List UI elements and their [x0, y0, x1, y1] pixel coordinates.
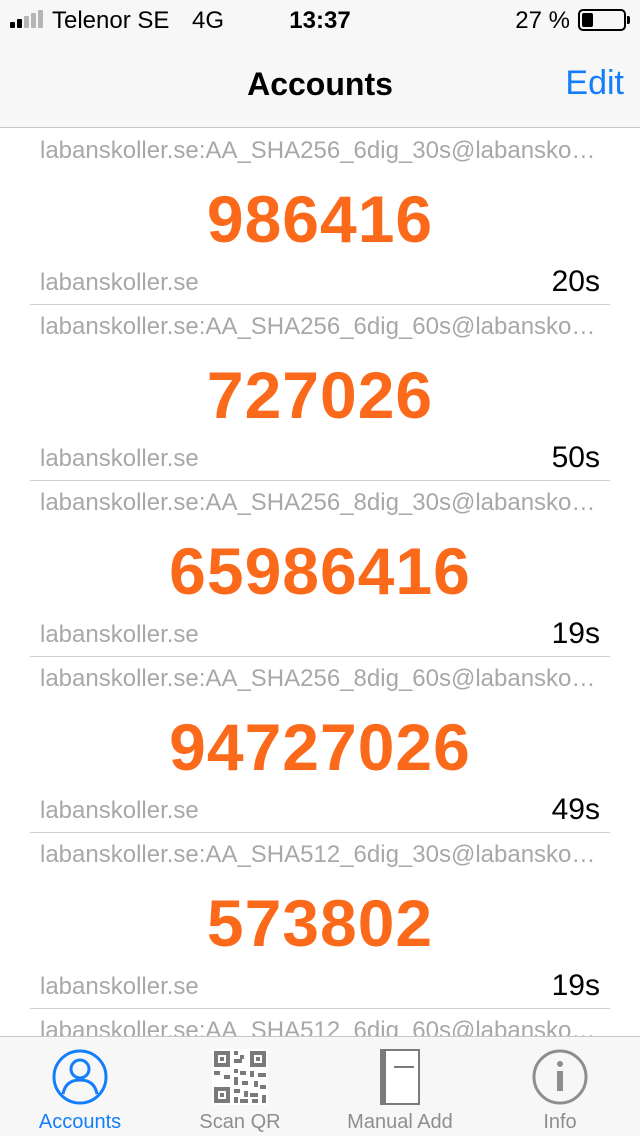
edit-button[interactable]: Edit [565, 64, 624, 103]
countdown-timer: 19s [551, 617, 600, 650]
book-icon [380, 1049, 420, 1105]
account-label: labanskoller.se:AA_SHA256_8dig_30s@laban… [40, 489, 600, 516]
account-row[interactable]: labanskoller.se:AA_SHA256_6dig_60s@laban… [30, 305, 610, 481]
info-icon [532, 1049, 588, 1105]
screen: Telenor SE 4G 13:37 27 % Accounts Edit l… [0, 0, 640, 1136]
account-label: labanskoller.se:AA_SHA256_8dig_60s@laban… [40, 665, 600, 692]
account-issuer: labanskoller.se [40, 973, 199, 1000]
account-row[interactable]: labanskoller.se:AA_SHA256_6dig_30s@laban… [30, 129, 610, 305]
tab-manual-add[interactable]: Manual Add [320, 1037, 480, 1136]
otp-code: 727026 [206, 358, 434, 432]
battery-icon [578, 9, 630, 31]
countdown-timer: 49s [551, 793, 600, 826]
accounts-list[interactable]: labanskoller.se:AA_SHA256_6dig_30s@laban… [0, 129, 640, 1036]
countdown-timer: 50s [551, 441, 600, 474]
tab-accounts[interactable]: Accounts [0, 1037, 160, 1136]
account-label: labanskoller.se:AA_SHA512_6dig_60s@laban… [40, 1017, 600, 1036]
otp-code: 94727026 [169, 710, 471, 784]
status-bar: Telenor SE 4G 13:37 27 % [0, 0, 640, 40]
battery-percentage: 27 % [515, 7, 570, 34]
account-label: labanskoller.se:AA_SHA256_6dig_30s@laban… [40, 137, 600, 164]
account-label: labanskoller.se:AA_SHA512_6dig_30s@laban… [40, 841, 600, 868]
otp-code: 573802 [206, 886, 434, 960]
countdown-timer: 20s [551, 265, 600, 298]
otp-code: 65986416 [169, 534, 471, 608]
account-row[interactable]: labanskoller.se:AA_SHA256_8dig_30s@laban… [30, 481, 610, 657]
tab-info[interactable]: Info [480, 1037, 640, 1136]
account-label: labanskoller.se:AA_SHA256_6dig_60s@laban… [40, 313, 600, 340]
account-issuer: labanskoller.se [40, 621, 199, 648]
qr-code-icon [212, 1049, 268, 1105]
account-row[interactable]: labanskoller.se:AA_SHA512_6dig_30s@laban… [30, 833, 610, 1009]
person-circle-icon [52, 1049, 108, 1105]
navigation-bar: Accounts Edit [0, 40, 640, 128]
account-issuer: labanskoller.se [40, 445, 199, 472]
tab-label: Manual Add [347, 1111, 453, 1133]
otp-code: 986416 [206, 182, 434, 256]
tab-label: Scan QR [199, 1111, 281, 1133]
tab-bar: Accounts Scan QR Manual Add Info [0, 1036, 640, 1136]
account-row[interactable]: labanskoller.se:AA_SHA256_8dig_60s@laban… [30, 657, 610, 833]
tab-scan-qr[interactable]: Scan QR [160, 1037, 320, 1136]
page-title: Accounts [247, 66, 393, 102]
tab-label: Info [543, 1111, 577, 1133]
countdown-timer: 19s [551, 969, 600, 1002]
account-issuer: labanskoller.se [40, 269, 199, 296]
battery-fill [582, 13, 593, 27]
tab-label: Accounts [38, 1111, 122, 1133]
account-row[interactable]: labanskoller.se:AA_SHA512_6dig_60s@laban… [30, 1009, 610, 1036]
account-issuer: labanskoller.se [40, 797, 199, 824]
